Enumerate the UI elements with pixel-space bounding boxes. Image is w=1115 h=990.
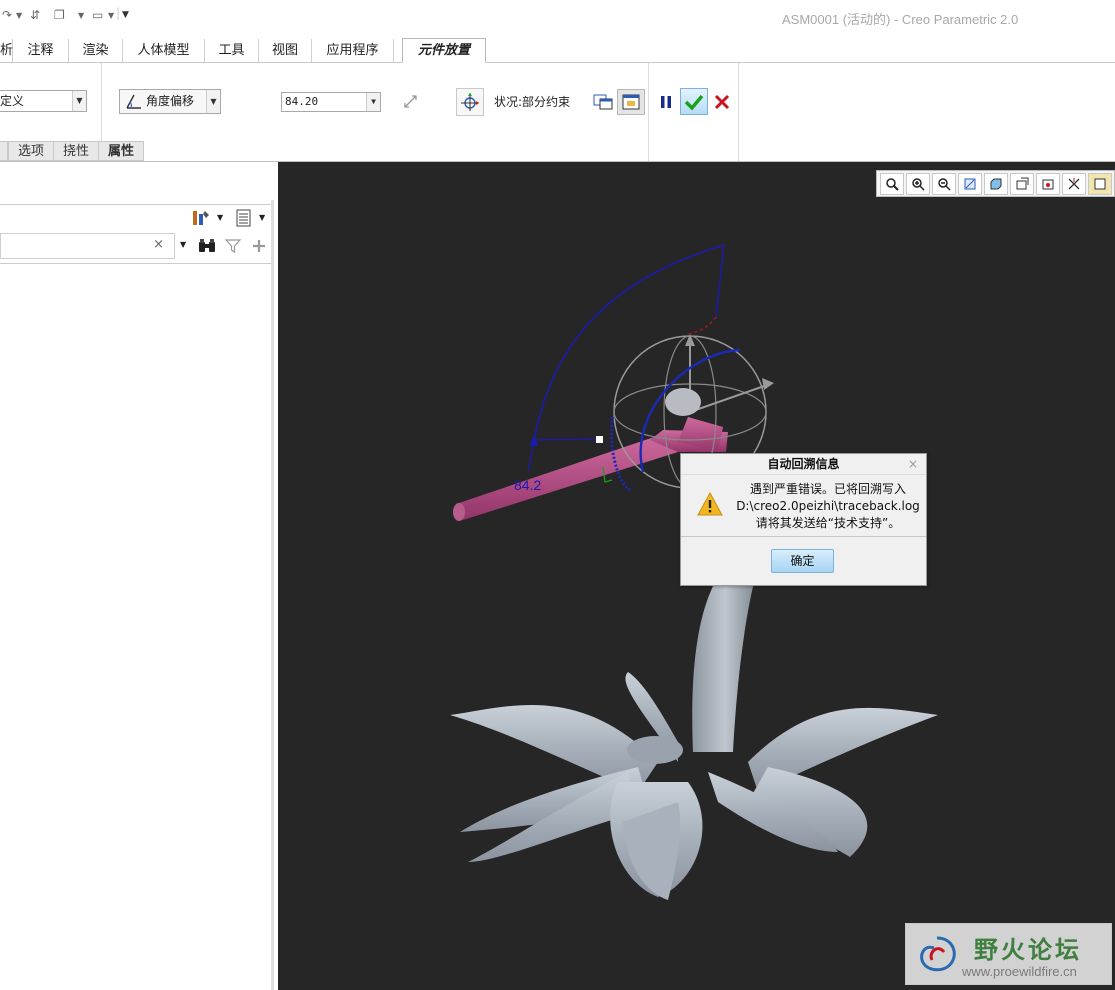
- ribbon-separator: [648, 63, 649, 161]
- ribbon-separator: [101, 63, 102, 141]
- forum-url: www.proewildfire.cn: [962, 964, 1077, 979]
- refit-icon[interactable]: [880, 172, 904, 195]
- close-icon[interactable]: ×: [908, 454, 918, 475]
- close-dropdown-icon[interactable]: ▼: [108, 11, 114, 20]
- add-column-icon[interactable]: [249, 236, 269, 256]
- dialog-title: 自动回溯信息: [767, 457, 840, 471]
- chevron-down-icon[interactable]: ▼: [366, 93, 380, 111]
- clear-search-icon[interactable]: ×: [153, 237, 164, 252]
- chevron-down-icon[interactable]: ▼: [72, 91, 86, 111]
- ok-button[interactable]: 确定: [771, 549, 834, 573]
- ribbon-subtabs: 选项 挠性 属性: [0, 141, 145, 161]
- flower-base: [450, 557, 938, 900]
- flip-icon[interactable]: [400, 91, 422, 113]
- annotation-display-icon[interactable]: [1088, 172, 1112, 195]
- subtab-options[interactable]: 选项: [8, 141, 55, 161]
- chevron-down-icon[interactable]: ▼: [206, 90, 220, 113]
- filter-icon[interactable]: [223, 236, 243, 256]
- find-icon[interactable]: [197, 236, 217, 256]
- tab-analysis[interactable]: 析: [0, 39, 13, 62]
- chevron-down-icon[interactable]: ▼: [180, 240, 186, 249]
- redo-dropdown-icon[interactable]: ▼: [16, 11, 22, 20]
- regenerate-icon[interactable]: ⇵: [30, 8, 40, 22]
- forum-logo-icon: [912, 930, 962, 983]
- model-tree-pane: ▼ ▼ × ▼: [0, 162, 278, 990]
- ribbon-tabs: 析 注释 渲染 人体模型 工具 视图 应用程序 元件放置: [0, 38, 1115, 63]
- windows-icon[interactable]: ❐: [54, 8, 65, 22]
- tab-manikin[interactable]: 人体模型: [123, 39, 205, 62]
- dialog-body: 遇到严重错误。已将回溯写入 D:\creo2.0peizhi\traceback…: [681, 475, 926, 537]
- confirm-icon[interactable]: [680, 88, 708, 115]
- chevron-down-icon[interactable]: ▼: [259, 213, 265, 222]
- dialog-title-bar: 自动回溯信息 ×: [681, 454, 926, 475]
- assembly-window-icon[interactable]: [617, 89, 645, 115]
- tab-tools[interactable]: 工具: [205, 39, 259, 62]
- offset-value-combo[interactable]: 84.20 ▼: [281, 92, 381, 112]
- tab-applications[interactable]: 应用程序: [312, 39, 394, 62]
- component-placement-ribbon: 定义 ▼ 角度偏移 ▼ 84.20 ▼ 状况:部分约束 选项 挠性 属性: [0, 63, 1115, 162]
- dialog-message: 遇到严重错误。已将回溯写入 D:\creo2.0peizhi\traceback…: [733, 481, 923, 532]
- chevron-down-icon[interactable]: ▼: [217, 213, 223, 222]
- window-title: ASM0001 (活动的) - Creo Parametric 2.0: [782, 12, 1019, 27]
- pane-divider: [0, 204, 271, 205]
- tab-render[interactable]: 渲染: [69, 39, 123, 62]
- windows-dropdown-icon[interactable]: ▼: [78, 11, 84, 20]
- forum-name: 野火论坛: [974, 935, 1082, 964]
- forum-watermark: 野火论坛 www.proewildfire.cn: [905, 923, 1112, 985]
- angle-dimension-label[interactable]: 84.2: [514, 477, 541, 493]
- constraint-type-combo[interactable]: 角度偏移 ▼: [119, 89, 221, 114]
- pause-icon[interactable]: [656, 92, 676, 112]
- subtab-placement[interactable]: [0, 141, 8, 161]
- view-manager-icon[interactable]: [1036, 172, 1060, 195]
- subtab-flexibility[interactable]: 挠性: [54, 141, 100, 161]
- customize-qat-icon[interactable]: ▼: [122, 10, 129, 20]
- saved-views-icon[interactable]: [1010, 172, 1034, 195]
- offset-value: 84.20: [285, 95, 319, 108]
- pane-divider: [0, 263, 271, 264]
- cancel-icon[interactable]: [711, 91, 733, 113]
- dialog-message-line: D:\creo2.0peizhi\traceback.log: [736, 499, 920, 513]
- quick-access-toolbar: ↷ ▼ ⇵ ❐ ▼ ▭ ▼ | ▼ ASM0001 (活动的) - Creo P…: [0, 0, 1115, 34]
- dialog-message-line: 请将其发送给“技术支持”。: [755, 516, 901, 530]
- constraint-set-combo[interactable]: 定义 ▼: [0, 90, 87, 112]
- qat-separator: |: [116, 6, 121, 20]
- tree-search-input[interactable]: ×: [0, 233, 175, 259]
- redo-icon[interactable]: ↷: [2, 8, 12, 22]
- tab-annotate[interactable]: 注释: [13, 39, 69, 62]
- display-style-icon[interactable]: [984, 172, 1008, 195]
- move-component-icon[interactable]: [456, 88, 484, 116]
- datum-display-icon[interactable]: [1062, 172, 1086, 195]
- placement-status: 状况:部分约束: [494, 95, 571, 109]
- graphics-toolbar: [876, 170, 1115, 197]
- tab-view[interactable]: 视图: [259, 39, 312, 62]
- constraint-type-value: 角度偏移: [146, 94, 195, 108]
- repaint-icon[interactable]: [958, 172, 982, 195]
- tree-settings-icon[interactable]: [190, 208, 212, 228]
- ribbon-separator: [738, 63, 739, 161]
- zoom-in-icon[interactable]: [906, 172, 930, 195]
- traceback-dialog: 自动回溯信息 × 遇到严重错误。已将回溯写入 D:\creo2.0peizhi\…: [680, 453, 927, 586]
- constraint-set-value: 定义: [0, 94, 25, 108]
- show-list-icon[interactable]: [233, 208, 255, 228]
- close-window-icon[interactable]: ▭: [92, 8, 103, 22]
- angle-offset-icon: [125, 92, 143, 118]
- dialog-message-line: 遇到严重错误。已将回溯写入: [749, 482, 906, 496]
- warning-icon: [696, 491, 724, 520]
- tab-component-placement[interactable]: 元件放置: [402, 38, 486, 63]
- subtab-properties[interactable]: 属性: [99, 141, 145, 161]
- separate-window-icon[interactable]: [591, 90, 615, 114]
- pane-splitter[interactable]: [271, 200, 274, 990]
- zoom-out-icon[interactable]: [932, 172, 956, 195]
